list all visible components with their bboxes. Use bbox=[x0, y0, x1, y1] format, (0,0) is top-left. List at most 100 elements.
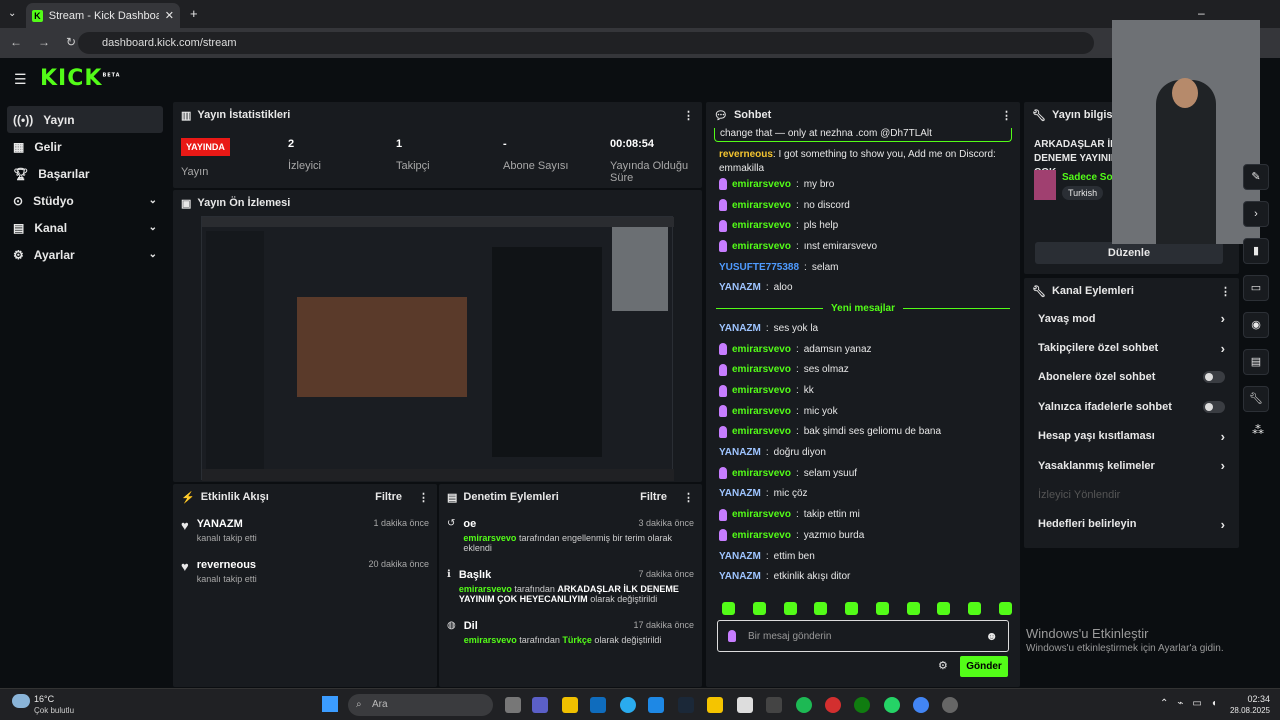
chevron-down-icon: ⌄ bbox=[148, 222, 157, 233]
settings-tool-icon[interactable]: 🔧︎ bbox=[1243, 386, 1269, 412]
hamburger-menu-icon[interactable]: ☰ bbox=[14, 71, 27, 88]
clock-time[interactable]: 02:34 bbox=[1228, 694, 1270, 704]
channel-action-item[interactable]: Yalnızca ifadelerle sohbet bbox=[1030, 392, 1233, 421]
more-options-icon[interactable]: ⋮ bbox=[1001, 109, 1012, 122]
channel-action-item[interactable]: Takipçilere özel sohbet › bbox=[1030, 333, 1233, 362]
weather-temp[interactable]: 16°C bbox=[34, 694, 54, 704]
chat-username[interactable]: emirarsvevo bbox=[732, 406, 791, 417]
system-tray-icons[interactable]: ⌃⌁▭◖ bbox=[1160, 698, 1226, 709]
chat-username[interactable]: YUSUFTE775388 bbox=[719, 262, 799, 273]
chat-username[interactable]: emirarsvevo bbox=[732, 344, 791, 355]
start-icon[interactable] bbox=[322, 696, 338, 712]
chat-username[interactable]: YANAZM bbox=[719, 571, 761, 582]
sidebar-item-kanal[interactable]: ▤ Kanal ⌄ bbox=[7, 214, 163, 241]
whatsapp-icon[interactable] bbox=[884, 697, 900, 713]
app-icon[interactable] bbox=[825, 697, 841, 713]
sidebar-item-ayarlar[interactable]: ⚙ Ayarlar ⌄ bbox=[7, 241, 163, 268]
document-icon[interactable]: ▮ bbox=[1243, 238, 1269, 264]
chat-username[interactable]: YANAZM bbox=[719, 447, 761, 458]
chat-username[interactable]: emirarsvevo bbox=[732, 468, 791, 479]
teams-icon[interactable] bbox=[532, 697, 548, 713]
sidebar-item-studyo[interactable]: ⊙ Stüdyo ⌄ bbox=[7, 187, 163, 214]
chat-username[interactable]: emirarsvevo bbox=[732, 241, 791, 252]
store-icon[interactable] bbox=[737, 697, 753, 713]
chat-username[interactable]: emirarsvevo bbox=[732, 364, 791, 375]
chat-username[interactable]: YANAZM bbox=[719, 488, 761, 499]
xbox-icon[interactable] bbox=[854, 697, 870, 713]
send-button[interactable]: Gönder bbox=[960, 656, 1008, 677]
wrench-tool-icon[interactable]: ✎ bbox=[1243, 164, 1269, 190]
chat-settings-icon[interactable]: ⚙ bbox=[938, 659, 948, 672]
more-tools-icon[interactable]: ⁂ bbox=[1243, 423, 1273, 437]
browser-tab[interactable]: K Stream - Kick Dashboard ✕ bbox=[26, 3, 180, 28]
close-tab-icon[interactable]: ✕ bbox=[165, 9, 174, 22]
more-options-icon[interactable]: ⋮ bbox=[683, 491, 694, 504]
expand-icon[interactable]: › bbox=[1243, 201, 1269, 227]
emote-icon[interactable] bbox=[968, 602, 982, 615]
emote-icon[interactable] bbox=[845, 602, 859, 615]
obs-icon[interactable] bbox=[942, 697, 958, 713]
chat-tool-icon[interactable]: ▭ bbox=[1243, 275, 1269, 301]
chat-text: selam bbox=[811, 261, 839, 273]
spotify-icon[interactable] bbox=[796, 697, 812, 713]
channel-action-item[interactable]: Yavaş mod › bbox=[1030, 304, 1233, 333]
app-icon[interactable] bbox=[562, 697, 578, 713]
channel-action-label: Yasaklanmış kelimeler bbox=[1038, 459, 1155, 472]
sidebar-item-yayin[interactable]: ((•)) Yayın bbox=[7, 106, 163, 133]
panel-header: 🔧︎ Kanal Eylemleri ⋮ bbox=[1032, 285, 1231, 298]
chat-input[interactable]: Bir mesaj gönderin ☻ bbox=[717, 620, 1009, 652]
emoji-icon[interactable]: ☻ bbox=[985, 629, 998, 643]
chat-username[interactable]: YANAZM bbox=[719, 323, 761, 334]
emote-icon[interactable] bbox=[783, 602, 797, 615]
chat-username[interactable]: emirarsvevo bbox=[732, 530, 791, 541]
kick-logo[interactable]: KICKBETA bbox=[40, 66, 121, 91]
emote-icon[interactable] bbox=[875, 602, 889, 615]
emote-icon[interactable] bbox=[752, 602, 766, 615]
folder-icon[interactable] bbox=[707, 697, 723, 713]
channel-action-item[interactable]: Abonelere özel sohbet bbox=[1030, 363, 1233, 392]
broadcast-tool-icon[interactable]: ◉ bbox=[1243, 312, 1269, 338]
channel-action-item[interactable]: Yasaklanmış kelimeler › bbox=[1030, 451, 1233, 480]
app-icon[interactable] bbox=[766, 697, 782, 713]
emote-icon[interactable] bbox=[937, 602, 951, 615]
emote-icon[interactable] bbox=[814, 602, 828, 615]
stream-preview-video[interactable] bbox=[201, 216, 674, 481]
chat-username[interactable]: emirarsvevo bbox=[732, 426, 791, 437]
emote-icon[interactable] bbox=[722, 602, 735, 615]
chat-message: emirarsvevo: pls help bbox=[706, 215, 1020, 236]
chat-username[interactable]: YANAZM bbox=[719, 282, 761, 293]
outlook-icon[interactable] bbox=[590, 697, 606, 713]
task-view-icon[interactable] bbox=[505, 697, 521, 713]
chat-username[interactable]: emirarsvevo bbox=[732, 179, 791, 190]
more-options-icon[interactable]: ⋮ bbox=[1220, 285, 1231, 298]
taskbar-search[interactable]: ⌕ Ara bbox=[348, 694, 493, 716]
channel-action-item[interactable]: Hesap yaşı kısıtlaması › bbox=[1030, 422, 1233, 451]
channel-action-item[interactable]: Hedefleri belirleyin › bbox=[1030, 510, 1233, 539]
url-field[interactable]: dashboard.kick.com/stream bbox=[78, 32, 1094, 54]
chat-username[interactable]: emirarsvevo bbox=[732, 385, 791, 396]
chrome-icon[interactable] bbox=[913, 697, 929, 713]
chat-username[interactable]: emirarsvevo bbox=[732, 200, 791, 211]
tab-list-button[interactable]: ⌄ bbox=[8, 8, 16, 19]
steam-icon[interactable] bbox=[678, 697, 694, 713]
app-icon[interactable] bbox=[648, 697, 664, 713]
moderation-tool-icon[interactable]: ▤ bbox=[1243, 349, 1269, 375]
toggle-switch[interactable] bbox=[1203, 371, 1225, 384]
sidebar-item-basarilar[interactable]: 🏆︎ Başarılar bbox=[7, 160, 163, 187]
category-name[interactable]: Sadece Sohbet bbox=[1062, 172, 1112, 183]
chat-username[interactable]: YANAZM bbox=[719, 551, 761, 562]
toggle-switch[interactable] bbox=[1203, 400, 1225, 413]
more-options-icon[interactable]: ⋮ bbox=[418, 491, 429, 504]
new-tab-button[interactable]: + bbox=[190, 6, 198, 21]
edit-button[interactable]: Düzenle bbox=[1035, 242, 1223, 264]
filter-button[interactable]: Filtre bbox=[375, 491, 402, 503]
chat-username[interactable]: emirarsvevo bbox=[732, 509, 791, 520]
filter-button[interactable]: Filtre bbox=[640, 491, 667, 503]
sidebar-item-gelir[interactable]: ▦ Gelir bbox=[7, 133, 163, 160]
telegram-icon[interactable] bbox=[620, 697, 636, 713]
broadcast-icon: ((•)) bbox=[13, 112, 34, 127]
more-options-icon[interactable]: ⋮ bbox=[683, 109, 694, 122]
emote-icon[interactable] bbox=[998, 602, 1012, 615]
emote-icon[interactable] bbox=[906, 602, 920, 615]
chat-username[interactable]: emirarsvevo bbox=[732, 220, 791, 231]
